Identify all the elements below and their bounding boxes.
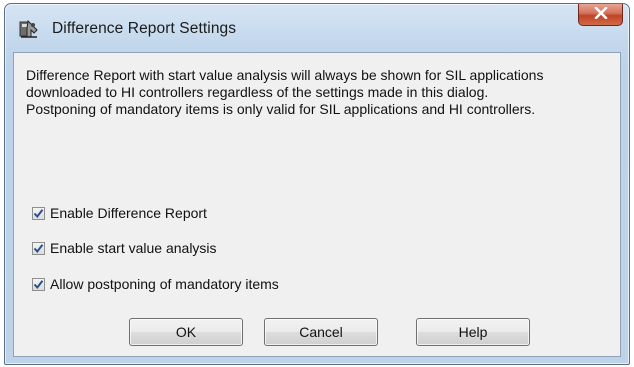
dialog-content: Difference Report with start value analy… [13,52,621,357]
info-paragraph-2: Postponing of mandatory items is only va… [26,101,536,117]
info-paragraph-1: Difference Report with start value analy… [26,67,544,100]
checkmark-icon [33,279,44,289]
help-button[interactable]: Help [416,318,530,346]
checkmark-icon [33,243,44,253]
enable-difference-report-label: Enable Difference Report [50,205,207,221]
title-bar[interactable]: Difference Report Settings [5,4,629,52]
cancel-button[interactable]: Cancel [264,318,378,346]
window-title: Difference Report Settings [52,20,237,37]
close-button[interactable] [578,4,623,26]
enable-difference-report-checkbox[interactable] [32,206,45,220]
allow-postponing-label: Allow postponing of mandatory items [50,276,279,292]
checkmark-icon [33,208,44,218]
enable-start-value-analysis-label: Enable start value analysis [50,240,217,256]
close-icon [594,6,608,24]
enable-start-value-analysis-option[interactable]: Enable start value analysis [32,238,217,258]
enable-difference-report-option[interactable]: Enable Difference Report [32,203,207,223]
dialog-window: Difference Report Settings Difference Re… [4,3,630,365]
settings-tool-icon [18,18,40,40]
enable-start-value-analysis-checkbox[interactable] [32,241,45,255]
allow-postponing-option[interactable]: Allow postponing of mandatory items [32,274,279,294]
info-message: Difference Report with start value analy… [26,67,616,118]
ok-button[interactable]: OK [129,318,243,346]
allow-postponing-checkbox[interactable] [32,277,45,291]
